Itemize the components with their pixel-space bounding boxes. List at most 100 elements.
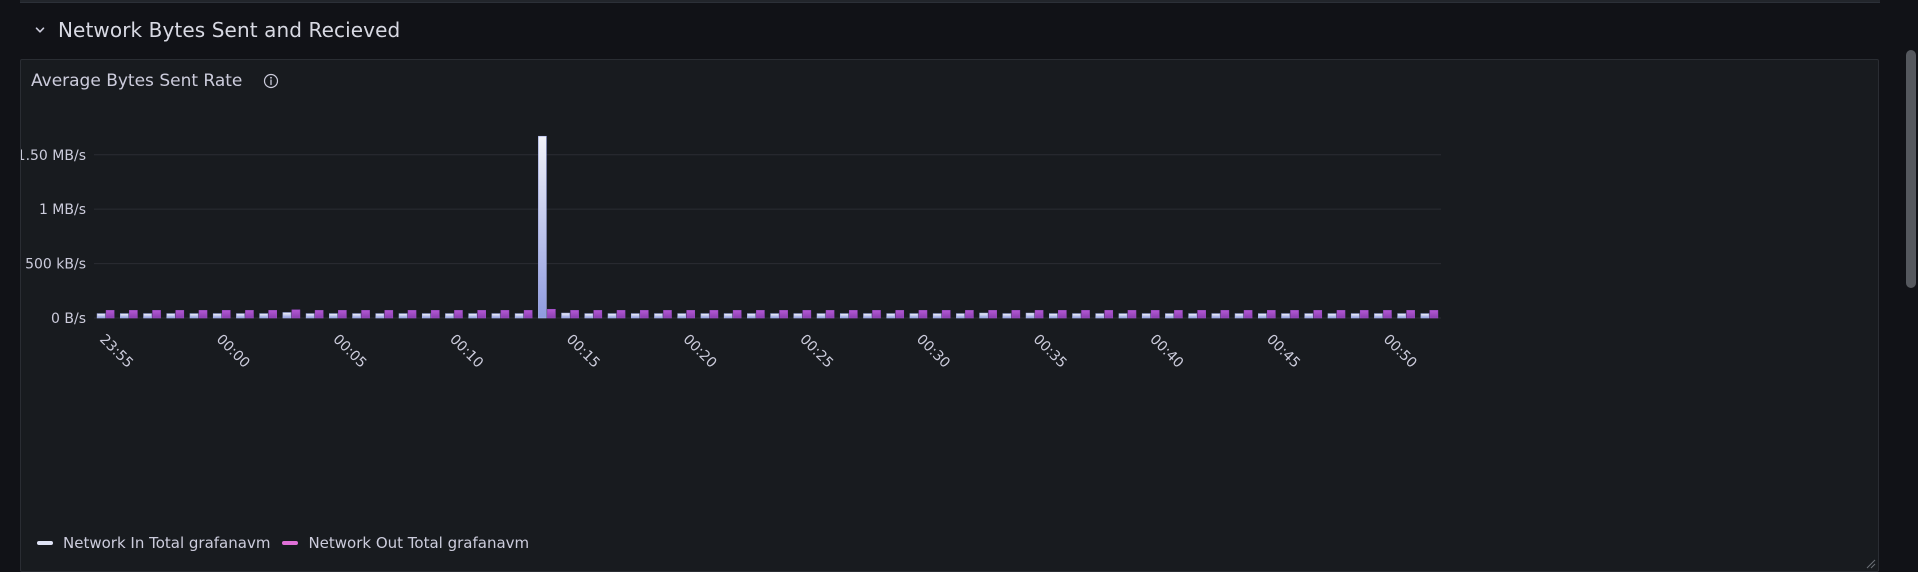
bar-network-in[interactable]: [1420, 313, 1430, 319]
bar-network-out[interactable]: [129, 310, 138, 319]
bar-network-out[interactable]: [152, 310, 161, 319]
legend-item-network-out[interactable]: Network Out Total grafanavm: [282, 534, 529, 552]
bar-network-in[interactable]: [1234, 313, 1244, 319]
bar-network-in[interactable]: [282, 312, 292, 319]
bar-network-in[interactable]: [1165, 313, 1174, 319]
bar-network-in[interactable]: [909, 313, 919, 319]
bar-network-out[interactable]: [1034, 310, 1044, 319]
bar-network-in[interactable]: [1118, 313, 1128, 319]
bar-network-out[interactable]: [1429, 310, 1439, 319]
legend-item-network-in[interactable]: Network In Total grafanavm: [37, 534, 270, 552]
bar-network-in[interactable]: [329, 313, 338, 319]
bar-network-in[interactable]: [654, 313, 663, 319]
bar-network-out[interactable]: [1197, 310, 1206, 319]
bar-network-in[interactable]: [1258, 313, 1267, 319]
bar-network-in[interactable]: [747, 313, 756, 319]
bar-network-out[interactable]: [430, 310, 440, 319]
bar-network-out[interactable]: [245, 310, 254, 319]
bar-network-out[interactable]: [314, 310, 324, 319]
bar-network-out[interactable]: [523, 310, 533, 319]
bar-network-out[interactable]: [221, 310, 231, 319]
bar-network-in[interactable]: [538, 135, 547, 319]
bar-network-out[interactable]: [500, 310, 510, 319]
bar-network-in[interactable]: [375, 313, 385, 319]
bar-network-in[interactable]: [584, 313, 594, 319]
bar-network-in[interactable]: [212, 313, 222, 319]
bar-network-out[interactable]: [616, 310, 626, 319]
bar-network-in[interactable]: [1281, 313, 1290, 319]
bar-network-out[interactable]: [802, 310, 812, 319]
bar-network-in[interactable]: [1095, 313, 1105, 319]
bar-network-out[interactable]: [941, 310, 951, 319]
bar-network-in[interactable]: [398, 313, 408, 319]
bar-network-out[interactable]: [361, 310, 370, 319]
bar-network-out[interactable]: [918, 310, 928, 319]
row-header[interactable]: Network Bytes Sent and Recieved: [28, 14, 400, 46]
bar-network-out[interactable]: [547, 308, 556, 319]
bar-network-out[interactable]: [709, 310, 719, 319]
bar-network-out[interactable]: [1058, 310, 1067, 319]
bar-network-out[interactable]: [872, 310, 881, 319]
bar-network-out[interactable]: [1359, 310, 1369, 319]
bar-network-in[interactable]: [1188, 313, 1197, 319]
bar-network-in[interactable]: [1141, 313, 1151, 319]
bar-network-in[interactable]: [1304, 313, 1314, 319]
bar-network-in[interactable]: [700, 313, 710, 319]
bar-network-in[interactable]: [770, 313, 779, 319]
bar-network-out[interactable]: [1127, 310, 1137, 319]
bar-network-out[interactable]: [384, 310, 394, 319]
bar-network-in[interactable]: [352, 313, 361, 319]
bar-network-out[interactable]: [965, 310, 974, 319]
bar-network-in[interactable]: [421, 313, 431, 319]
bar-network-in[interactable]: [723, 313, 733, 319]
bar-network-out[interactable]: [1150, 310, 1160, 319]
bar-network-out[interactable]: [1290, 310, 1299, 319]
bar-network-out[interactable]: [1383, 310, 1392, 319]
bar-network-out[interactable]: [756, 310, 765, 319]
chevron-down-icon[interactable]: [28, 18, 52, 42]
bar-network-in[interactable]: [979, 312, 988, 319]
bar-network-in[interactable]: [932, 313, 942, 319]
bar-network-out[interactable]: [1081, 310, 1090, 319]
bar-network-in[interactable]: [143, 313, 152, 319]
bar-network-out[interactable]: [1313, 310, 1323, 319]
bar-network-out[interactable]: [848, 310, 858, 319]
bar-network-in[interactable]: [259, 313, 268, 319]
bar-network-in[interactable]: [166, 313, 176, 319]
bar-network-in[interactable]: [1350, 313, 1360, 319]
bar-network-in[interactable]: [1327, 313, 1337, 319]
bar-network-in[interactable]: [1374, 313, 1383, 319]
bar-network-in[interactable]: [816, 313, 826, 319]
bar-network-in[interactable]: [1211, 313, 1221, 319]
bar-network-in[interactable]: [514, 313, 524, 319]
bar-network-out[interactable]: [1174, 310, 1183, 319]
bar-network-in[interactable]: [677, 313, 687, 319]
bar-network-out[interactable]: [663, 310, 672, 319]
bar-network-in[interactable]: [491, 313, 501, 319]
bar-network-in[interactable]: [120, 313, 129, 319]
bar-network-in[interactable]: [189, 313, 199, 319]
bar-network-out[interactable]: [1104, 310, 1114, 319]
bar-network-in[interactable]: [886, 313, 896, 319]
bar-network-out[interactable]: [1336, 310, 1346, 319]
bar-network-in[interactable]: [956, 313, 965, 319]
bar-network-out[interactable]: [639, 310, 649, 319]
bar-network-out[interactable]: [825, 310, 835, 319]
bar-network-out[interactable]: [477, 310, 487, 319]
bar-network-in[interactable]: [96, 313, 106, 319]
bar-network-in[interactable]: [863, 313, 872, 319]
bar-network-out[interactable]: [1243, 310, 1253, 319]
bar-network-out[interactable]: [593, 310, 603, 319]
bar-network-in[interactable]: [607, 313, 617, 319]
bar-network-out[interactable]: [895, 310, 905, 319]
bar-network-out[interactable]: [1220, 310, 1230, 319]
bar-network-out[interactable]: [686, 310, 696, 319]
bar-network-out[interactable]: [291, 309, 301, 319]
bar-network-out[interactable]: [105, 310, 115, 319]
bar-network-out[interactable]: [198, 310, 208, 319]
bar-network-out[interactable]: [1406, 310, 1415, 319]
bar-network-in[interactable]: [561, 312, 570, 319]
bar-network-in[interactable]: [305, 313, 315, 319]
bar-network-out[interactable]: [732, 310, 742, 319]
bar-network-out[interactable]: [779, 310, 788, 319]
